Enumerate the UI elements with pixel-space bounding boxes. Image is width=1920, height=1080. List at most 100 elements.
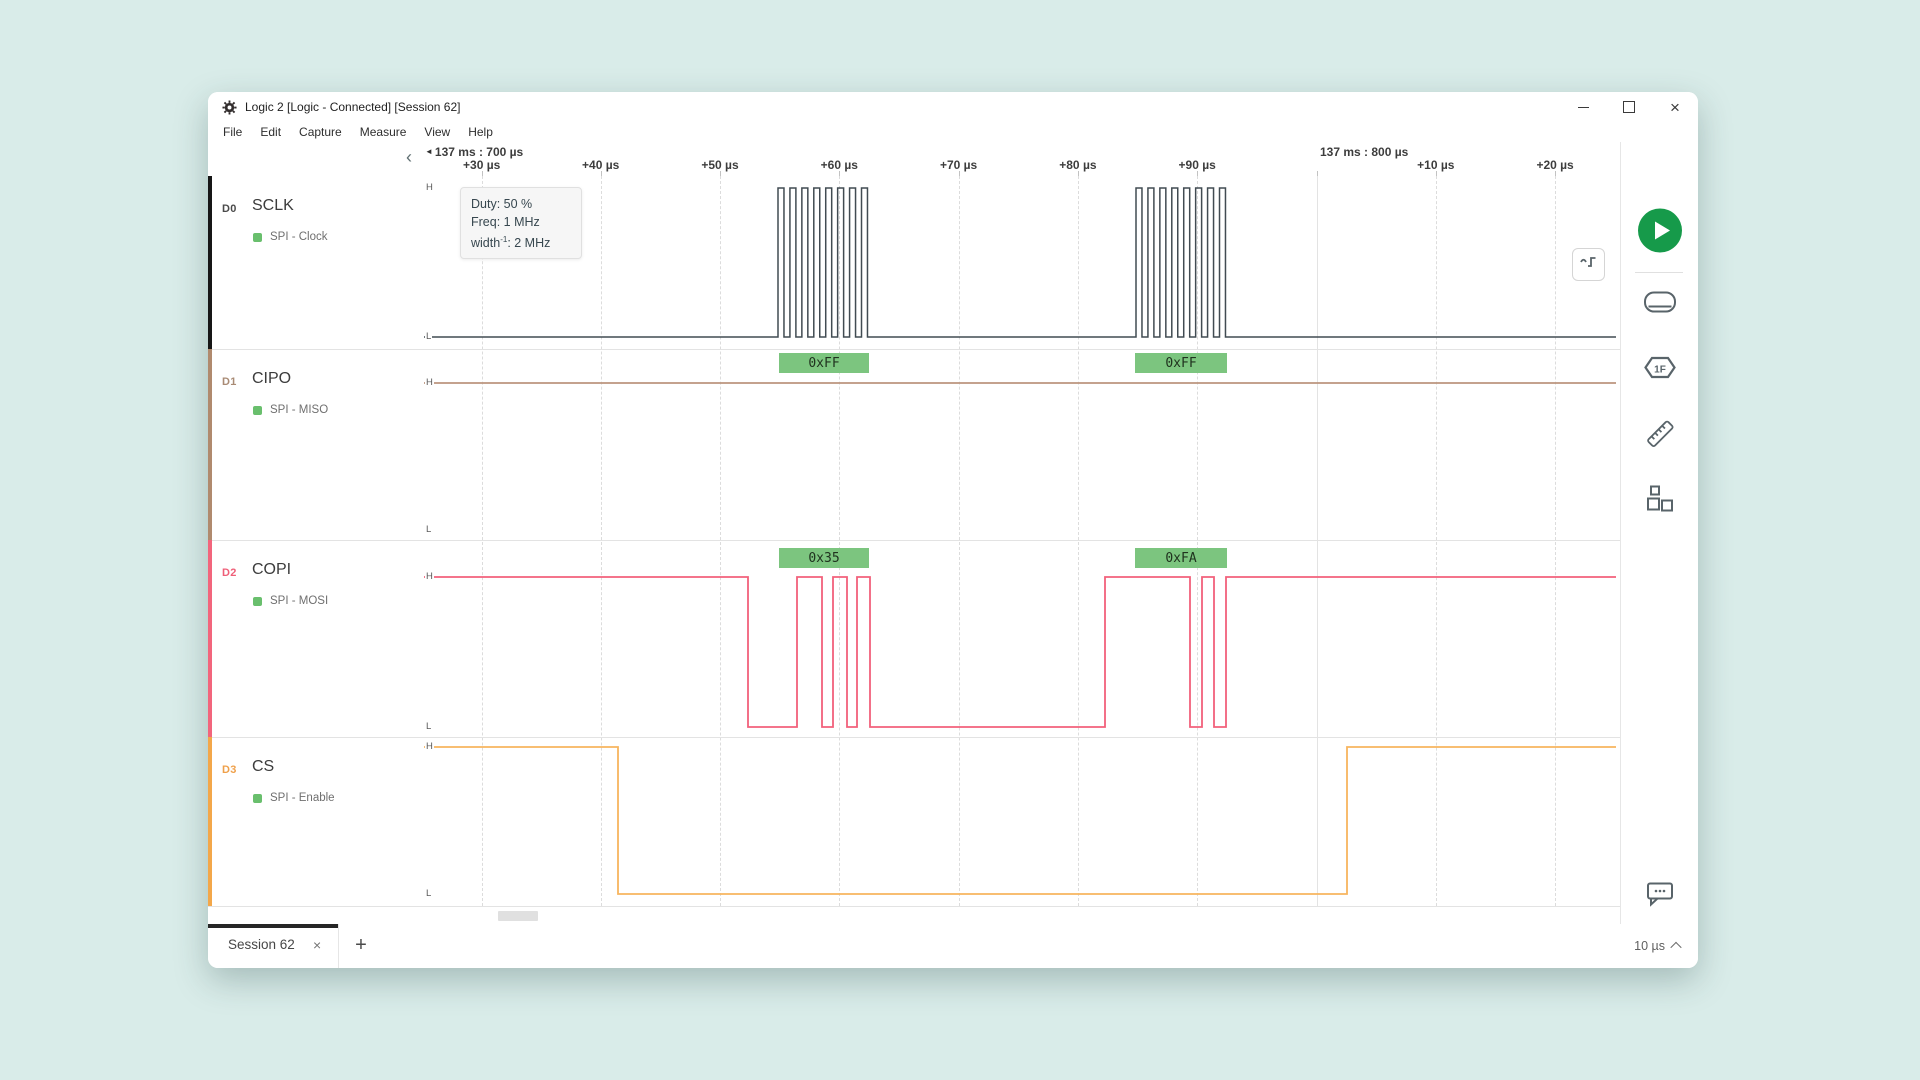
channel-row-separator bbox=[208, 906, 1620, 907]
device-button[interactable] bbox=[1643, 289, 1677, 322]
window-title: Logic 2 [Logic - Connected] [Session 62] bbox=[245, 100, 460, 114]
tooltip-freq-line: Freq: 1 MHz bbox=[471, 213, 581, 231]
high-level-marker: H bbox=[425, 572, 434, 582]
zoom-scale-control[interactable]: 10 µs bbox=[1634, 924, 1680, 968]
channel-id: D1 bbox=[222, 376, 237, 388]
channel-analyzer-label: SPI - Enable bbox=[270, 792, 335, 804]
analyzer-color-chip bbox=[253, 406, 262, 415]
maximize-button[interactable] bbox=[1606, 92, 1652, 122]
channel-analyzer-label: SPI - MOSI bbox=[270, 595, 328, 607]
ruler-tick-label: +90 µs bbox=[1179, 158, 1216, 172]
channel-name: SCLK bbox=[252, 197, 294, 215]
window-controls: × bbox=[1560, 92, 1698, 122]
analyzer-color-chip bbox=[253, 794, 262, 803]
ruler-tick-label: +10 µs bbox=[1417, 158, 1454, 172]
ruler-tick-label: +30 µs bbox=[463, 158, 500, 172]
high-level-marker: H bbox=[425, 378, 434, 388]
tooltip-width-line: width-1: 2 MHz bbox=[471, 231, 581, 252]
spi-data-annotation: 0x35 bbox=[779, 548, 869, 568]
chat-button[interactable] bbox=[1645, 880, 1675, 913]
channel-header-d3[interactable]: D3 CS SPI - Enable bbox=[212, 737, 423, 906]
ruler-tick-label: +80 µs bbox=[1059, 158, 1096, 172]
spi-data-annotation: 0xFA bbox=[1135, 548, 1227, 568]
spi-data-annotation: 0xFF bbox=[1135, 353, 1227, 373]
high-level-marker: H bbox=[425, 742, 434, 752]
ruler-major-left-text: 137 ms : 700 µs bbox=[435, 145, 523, 159]
ruler-major-label-left: ◄137 ms : 700 µs bbox=[425, 145, 523, 159]
extensions-icon bbox=[1645, 484, 1675, 519]
ruler-tick-label: +60 µs bbox=[821, 158, 858, 172]
horizontal-scrollbar[interactable] bbox=[208, 906, 1620, 924]
channel-header-d1[interactable]: D1 CIPO SPI - MISO bbox=[212, 349, 423, 540]
collapse-panel-chevron-button[interactable]: ‹ bbox=[406, 147, 412, 168]
play-button[interactable] bbox=[1638, 209, 1682, 258]
minimize-button[interactable] bbox=[1560, 92, 1606, 122]
chat-icon bbox=[1645, 880, 1675, 913]
ruler-tick-label: +50 µs bbox=[701, 158, 738, 172]
right-sidebar: 1F bbox=[1620, 142, 1698, 924]
channel-analyzer-label: SPI - Clock bbox=[270, 231, 328, 243]
ruler-tick-label: +20 µs bbox=[1536, 158, 1573, 172]
active-tab-indicator bbox=[208, 924, 338, 928]
low-level-marker: L bbox=[425, 889, 432, 899]
tooltip-duty-line: Duty: 50 % bbox=[471, 195, 581, 213]
wave-sclk bbox=[424, 188, 1616, 337]
channel-header-d2[interactable]: D2 COPI SPI - MOSI bbox=[212, 540, 423, 737]
menu-edit[interactable]: Edit bbox=[251, 125, 290, 139]
sidebar-divider bbox=[1635, 272, 1683, 273]
spi-data-annotation: 0xFF bbox=[779, 353, 869, 373]
protocol-hex-label: 1F bbox=[1654, 365, 1666, 376]
analyzer-color-chip bbox=[253, 233, 262, 242]
wave-cs bbox=[424, 747, 1616, 894]
menu-file[interactable]: File bbox=[214, 125, 251, 139]
jump-to-edge-button[interactable] bbox=[1572, 248, 1605, 281]
channel-name: COPI bbox=[252, 561, 291, 579]
title-bar: Logic 2 [Logic - Connected] [Session 62]… bbox=[208, 92, 1698, 122]
anchor-arrow-icon: ◄ bbox=[425, 148, 433, 156]
measure-ruler-icon bbox=[1644, 418, 1676, 455]
waveform-traces bbox=[423, 176, 1620, 906]
low-level-marker: L bbox=[425, 332, 432, 342]
device-icon bbox=[1643, 289, 1677, 322]
channel-analyzer-label: SPI - MISO bbox=[270, 404, 328, 416]
menu-bar: FileEditCaptureMeasureViewHelp bbox=[214, 122, 502, 142]
tab-label: Session 62 bbox=[228, 937, 295, 952]
play-icon bbox=[1638, 209, 1682, 258]
clock-measurement-tooltip: Duty: 50 % Freq: 1 MHz width-1: 2 MHz bbox=[460, 187, 582, 259]
ruler-tick-label: +70 µs bbox=[940, 158, 977, 172]
chevron-up-icon bbox=[1670, 942, 1681, 953]
tab-session[interactable]: Session 62 × bbox=[208, 924, 339, 968]
zoom-scale-value: 10 µs bbox=[1634, 939, 1665, 953]
scrollbar-thumb[interactable] bbox=[498, 911, 538, 921]
menu-help[interactable]: Help bbox=[459, 125, 502, 139]
channel-id: D0 bbox=[222, 203, 237, 215]
low-level-marker: L bbox=[425, 525, 432, 535]
extensions-button[interactable] bbox=[1645, 484, 1675, 519]
timeline-ruler[interactable]: ‹ ◄137 ms : 700 µs 137 ms : 800 µs +30 µ… bbox=[208, 142, 1620, 177]
high-level-marker: H bbox=[425, 183, 434, 193]
menu-view[interactable]: View bbox=[415, 125, 459, 139]
tab-close-button[interactable]: × bbox=[313, 937, 321, 953]
measure-ruler-button[interactable] bbox=[1644, 418, 1676, 455]
analyzer-color-chip bbox=[253, 597, 262, 606]
menu-capture[interactable]: Capture bbox=[290, 125, 351, 139]
app-logo-icon bbox=[222, 100, 237, 115]
close-button[interactable]: × bbox=[1652, 92, 1698, 122]
maximize-icon bbox=[1623, 101, 1635, 113]
protocol-hex-button[interactable]: 1F bbox=[1643, 355, 1677, 386]
channel-id: D3 bbox=[222, 764, 237, 776]
tab-bar: Session 62 × + 10 µs bbox=[208, 924, 1698, 968]
wave-copi bbox=[424, 577, 1616, 727]
app-window: Logic 2 [Logic - Connected] [Session 62]… bbox=[208, 92, 1698, 968]
channel-id: D2 bbox=[222, 567, 237, 579]
edge-jump-icon bbox=[1579, 254, 1599, 275]
menu-measure[interactable]: Measure bbox=[351, 125, 416, 139]
ruler-tick-label: +40 µs bbox=[582, 158, 619, 172]
low-level-marker: L bbox=[425, 722, 432, 732]
minimize-icon bbox=[1578, 107, 1589, 108]
ruler-major-label-right: 137 ms : 800 µs bbox=[1320, 145, 1408, 159]
channel-name: CIPO bbox=[252, 370, 291, 388]
add-tab-button[interactable]: + bbox=[348, 932, 374, 958]
channel-header-d0[interactable]: D0 SCLK SPI - Clock bbox=[212, 176, 423, 349]
channel-name: CS bbox=[252, 758, 274, 776]
